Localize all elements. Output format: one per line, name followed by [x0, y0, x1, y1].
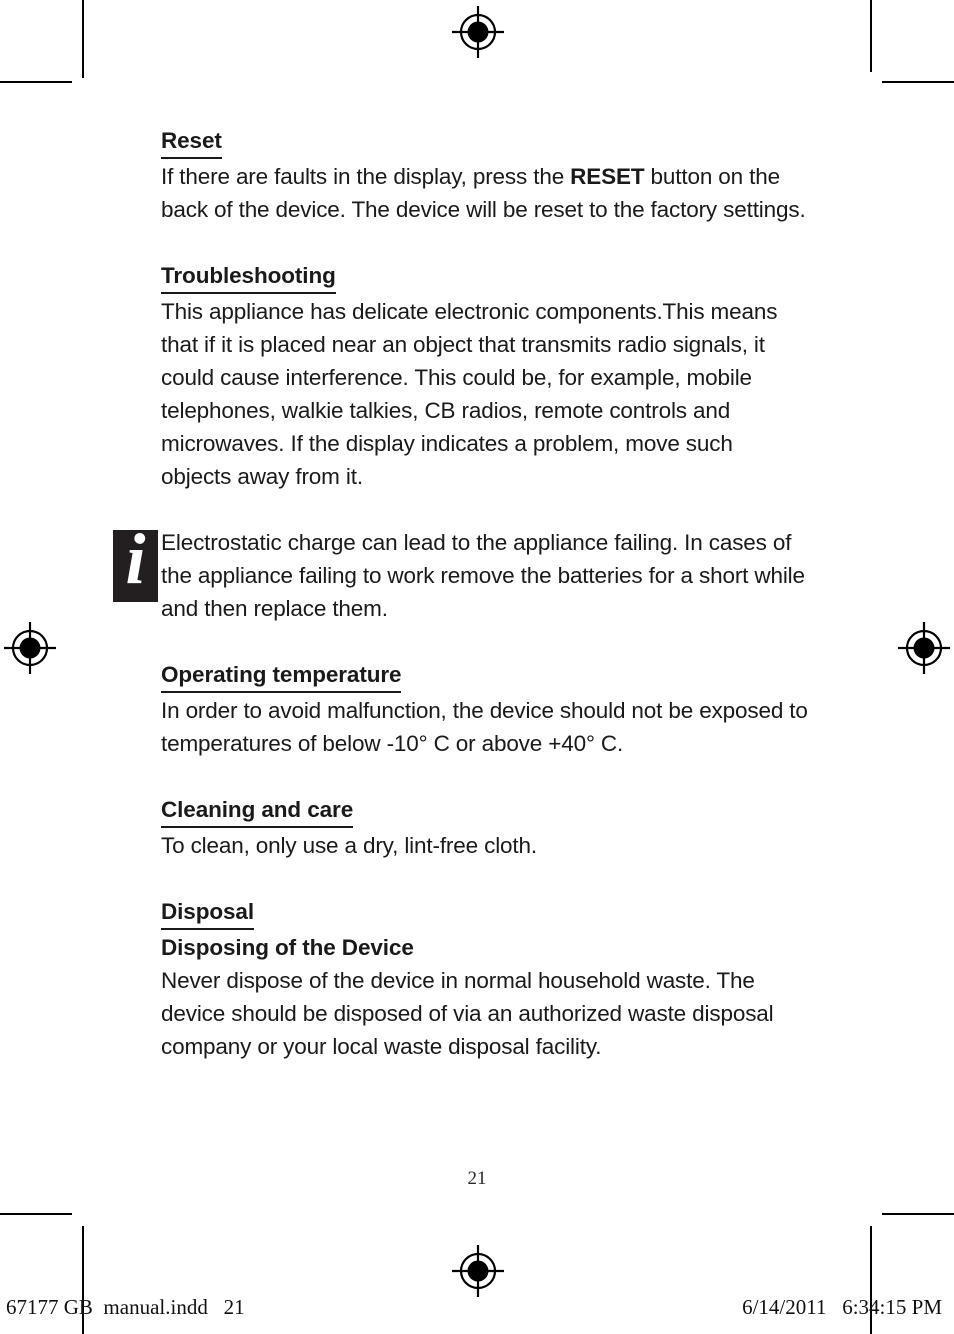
footer-file-info: 67177 GB manual.indd 21 [6, 1295, 245, 1319]
crop-mark-bottom-left-horizontal [0, 1213, 72, 1215]
section-heading-reset: Reset [161, 124, 222, 159]
section-heading-operating-temperature: Operating temperature [161, 658, 402, 693]
reset-body-part-1: If there are faults in the display, pres… [161, 164, 571, 189]
note-text-electrostatic: Electrostatic charge can lead to the app… [161, 530, 805, 621]
crop-mark-top-left-horizontal [0, 81, 72, 83]
section-operating-temperature: Operating temperature In order to avoid … [161, 658, 809, 760]
section-troubleshooting: Troubleshooting This appliance has delic… [161, 259, 809, 493]
page-number: 21 [467, 1168, 487, 1189]
section-subheading-disposing-of-the-device: Disposing of the Device [161, 935, 414, 960]
note-block-electrostatic: i Electrostatic charge can lead to the a… [113, 526, 809, 625]
section-reset: Reset If there are faults in the display… [161, 124, 809, 226]
registration-mark-top [450, 4, 506, 60]
section-body-operating-temperature: In order to avoid malfunction, the devic… [161, 698, 808, 756]
section-disposal: Disposal Disposing of the Device Never d… [161, 895, 809, 1063]
section-cleaning-and-care: Cleaning and care To clean, only use a d… [161, 793, 809, 862]
section-heading-troubleshooting: Troubleshooting [161, 259, 336, 294]
section-body-cleaning-and-care: To clean, only use a dry, lint-free clot… [161, 833, 537, 858]
crop-mark-top-right-horizontal [882, 81, 954, 83]
info-icon-glyph: i [125, 530, 146, 599]
registration-mark-bottom [450, 1243, 506, 1299]
info-icon: i [113, 530, 158, 602]
crop-mark-bottom-right-horizontal [882, 1213, 954, 1215]
section-heading-cleaning-and-care: Cleaning and care [161, 793, 353, 828]
section-heading-disposal: Disposal [161, 895, 254, 930]
crop-mark-top-right-vertical [870, 0, 872, 72]
registration-mark-left [2, 620, 58, 676]
section-body-troubleshooting: This appliance has delicate electronic c… [161, 299, 778, 489]
section-body-disposal: Never dispose of the device in normal ho… [161, 968, 774, 1059]
page-content: Reset If there are faults in the display… [113, 124, 809, 1063]
section-body-reset: If there are faults in the display, pres… [161, 160, 809, 226]
reset-button-term: RESET [570, 164, 645, 189]
crop-mark-top-left-vertical [82, 0, 84, 78]
registration-mark-right [896, 620, 952, 676]
footer-timestamp: 6/14/2011 6:34:15 PM [742, 1295, 942, 1319]
